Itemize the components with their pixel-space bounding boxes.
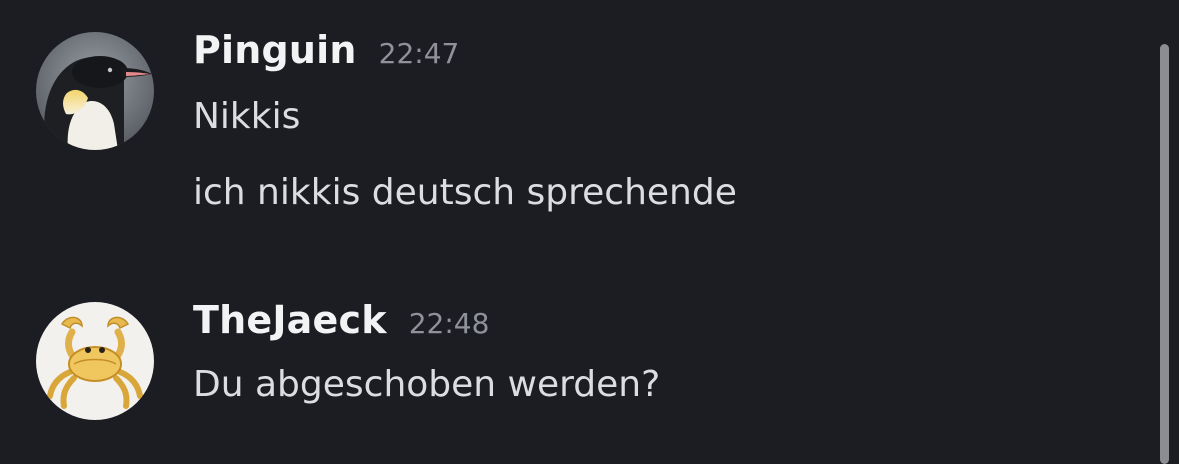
avatar[interactable] <box>36 302 154 420</box>
timestamp: 22:47 <box>378 37 460 70</box>
chat-message-list: Pinguin 22:47 Nikkis ich nikkis deutsch s… <box>0 0 1179 464</box>
message-text: ich nikkis deutsch sprechende <box>193 172 737 213</box>
avatar[interactable] <box>36 32 154 150</box>
username[interactable]: TheJaeck <box>193 298 387 342</box>
crab-icon <box>36 302 154 420</box>
message-text: Du abgeschoben werden? <box>193 364 661 405</box>
penguin-icon <box>36 32 154 150</box>
message-header: TheJaeck 22:48 <box>193 298 489 342</box>
timestamp: 22:48 <box>408 307 490 340</box>
message-text: Nikkis <box>193 96 301 137</box>
scrollbar-track[interactable] <box>1160 44 1169 464</box>
scrollbar-thumb[interactable] <box>1160 44 1169 464</box>
username[interactable]: Pinguin <box>193 28 357 72</box>
message-header: Pinguin 22:47 <box>193 28 459 72</box>
